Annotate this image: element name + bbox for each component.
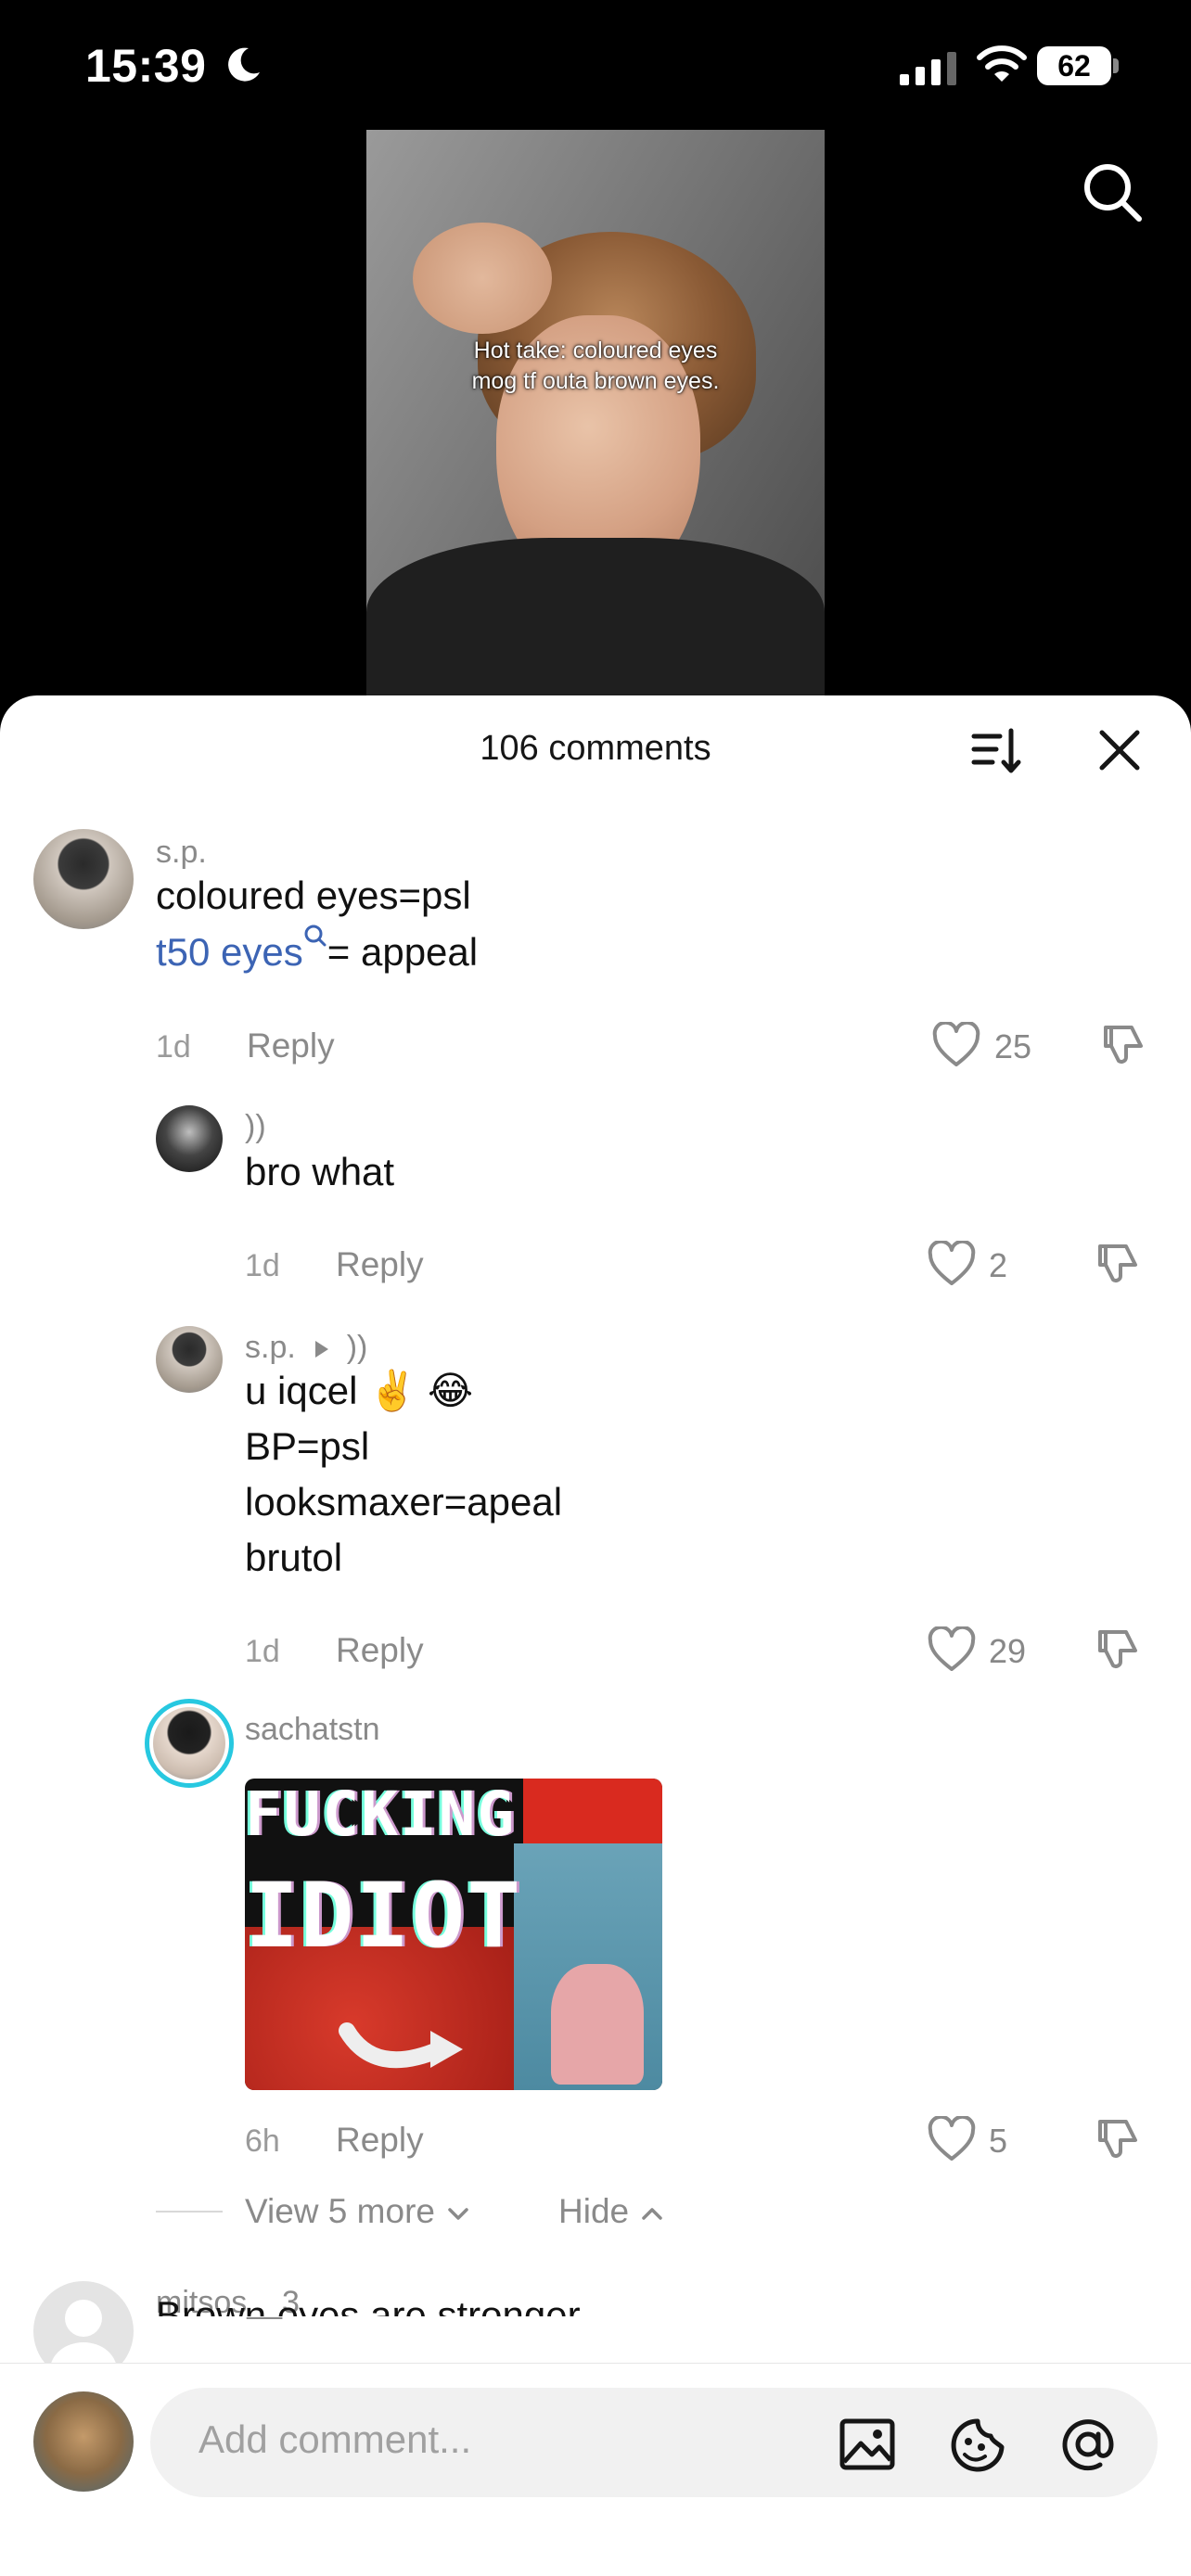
avatar[interactable] [156, 1105, 223, 1172]
view-more-label: View 5 more [245, 2192, 435, 2230]
heart-icon[interactable] [931, 1022, 981, 1068]
chevron-up-icon [642, 2208, 663, 2220]
search-mini-icon [304, 925, 327, 947]
wifi-icon [977, 45, 1027, 82]
comment-username[interactable]: s.p. [156, 835, 207, 871]
gif-cartoon-character [551, 1964, 644, 2085]
battery-cap [1113, 58, 1119, 73]
comment-time: 6h [245, 2123, 280, 2159]
avatar[interactable] [156, 1326, 223, 1393]
status-bar: 15:39 62 [0, 0, 1191, 130]
search-icon[interactable] [1080, 159, 1145, 224]
reply-button[interactable]: Reply [247, 1027, 335, 1065]
heart-icon[interactable] [927, 1241, 977, 1287]
reply-button[interactable]: Reply [336, 1245, 424, 1284]
reply-arrow-icon [315, 1341, 329, 1358]
thread-divider [156, 2211, 223, 2213]
comment-text: u iqcel ✌️ 😂 BP=psl looksmaxer=apeal bru… [245, 1363, 562, 1586]
close-icon[interactable] [1095, 725, 1145, 775]
dislike-icon[interactable] [1098, 1020, 1148, 1070]
comment-time: 1d [156, 1029, 191, 1065]
gif-arrow-shape [339, 2022, 463, 2069]
heart-icon[interactable] [927, 1626, 977, 1673]
current-user-avatar[interactable] [33, 2391, 134, 2492]
reply-to-username[interactable]: )) [347, 1330, 368, 1365]
hide-replies-button[interactable]: Hide [558, 2192, 666, 2231]
comment-input-placeholder: Add comment... [198, 2417, 472, 2461]
avatar-story-ring[interactable] [145, 1699, 234, 1788]
video-hand [413, 223, 552, 334]
video-shirt [366, 538, 825, 700]
hide-label: Hide [558, 2192, 630, 2230]
gif-red-block [523, 1779, 662, 1843]
sort-icon[interactable] [968, 723, 1024, 779]
reply-button[interactable]: Reply [336, 1631, 424, 1670]
gif-attachment[interactable]: FUCKING IDIOT [245, 1779, 662, 2090]
comment-text-rest: = appeal [327, 930, 479, 974]
comment-username-row: s.p. )) [245, 1330, 367, 1366]
gif-text: FUCKING [245, 1779, 517, 1850]
status-time: 15:39 [85, 40, 207, 92]
comment-time: 1d [245, 1634, 280, 1669]
avatar [153, 1707, 225, 1779]
like-count: 2 [989, 1246, 1008, 1284]
video-caption: Hot take: coloured eyes mog tf outa brow… [366, 336, 825, 397]
dislike-icon[interactable] [1093, 1625, 1143, 1675]
like-count: 25 [994, 1027, 1032, 1065]
comment-text-line: brutol [245, 1536, 343, 1579]
video-caption-line1: Hot take: coloured eyes [473, 338, 718, 363]
view-more-button[interactable]: View 5 more [245, 2192, 472, 2231]
image-icon[interactable] [839, 2416, 896, 2473]
dislike-icon[interactable] [1093, 2114, 1143, 2164]
avatar[interactable] [33, 829, 134, 929]
avatar-head-shape [65, 2300, 102, 2337]
comment-text: Brown eyes are stronger [156, 2293, 581, 2316]
chevron-down-icon [448, 2208, 468, 2220]
search-link[interactable]: t50 eyes [156, 930, 303, 974]
comment-text-line: BP=psl [245, 1424, 370, 1468]
comment-username[interactable]: s.p. [245, 1330, 296, 1365]
reply-button[interactable]: Reply [336, 2121, 424, 2160]
comment-text-line: looksmaxer=apeal [245, 1480, 563, 1524]
comment-text-line: coloured eyes=psl [156, 874, 471, 917]
battery-level: 62 [1037, 46, 1111, 85]
dislike-icon[interactable] [1093, 1239, 1143, 1289]
comment-username[interactable]: )) [245, 1109, 266, 1145]
comment-text: bro what [245, 1150, 395, 1193]
like-count: 5 [989, 2122, 1008, 2160]
like-count: 29 [989, 1632, 1027, 1670]
video-caption-line2: mog tf outa brown eyes. [471, 368, 720, 394]
battery-icon: 62 [1037, 46, 1121, 85]
moon-icon [228, 47, 260, 82]
comment-composer: Add comment... [0, 2363, 1191, 2576]
video-preview[interactable]: Hot take: coloured eyes mog tf outa brow… [366, 130, 825, 700]
gif-text: IDIOT [245, 1864, 522, 1968]
comment-username[interactable]: sachatstn [245, 1712, 380, 1748]
at-icon[interactable] [1057, 2414, 1119, 2475]
comment-text-line: u iqcel ✌️ 😂 [245, 1369, 474, 1412]
comments-sheet: 106 comments s.p. coloured eyes=psl t50 … [0, 695, 1191, 2576]
heart-icon[interactable] [927, 2116, 977, 2162]
emoji-icon[interactable] [948, 2416, 1007, 2475]
comment-text-line: t50 eyes = appeal [156, 924, 478, 980]
signal-icon [900, 52, 956, 85]
tiktok-comments-screen: 15:39 62 Hot take: coloured eyes mog tf [0, 0, 1191, 2576]
comment-text: coloured eyes=psl t50 eyes = appeal [156, 868, 478, 980]
comment-time: 1d [245, 1248, 280, 1283]
